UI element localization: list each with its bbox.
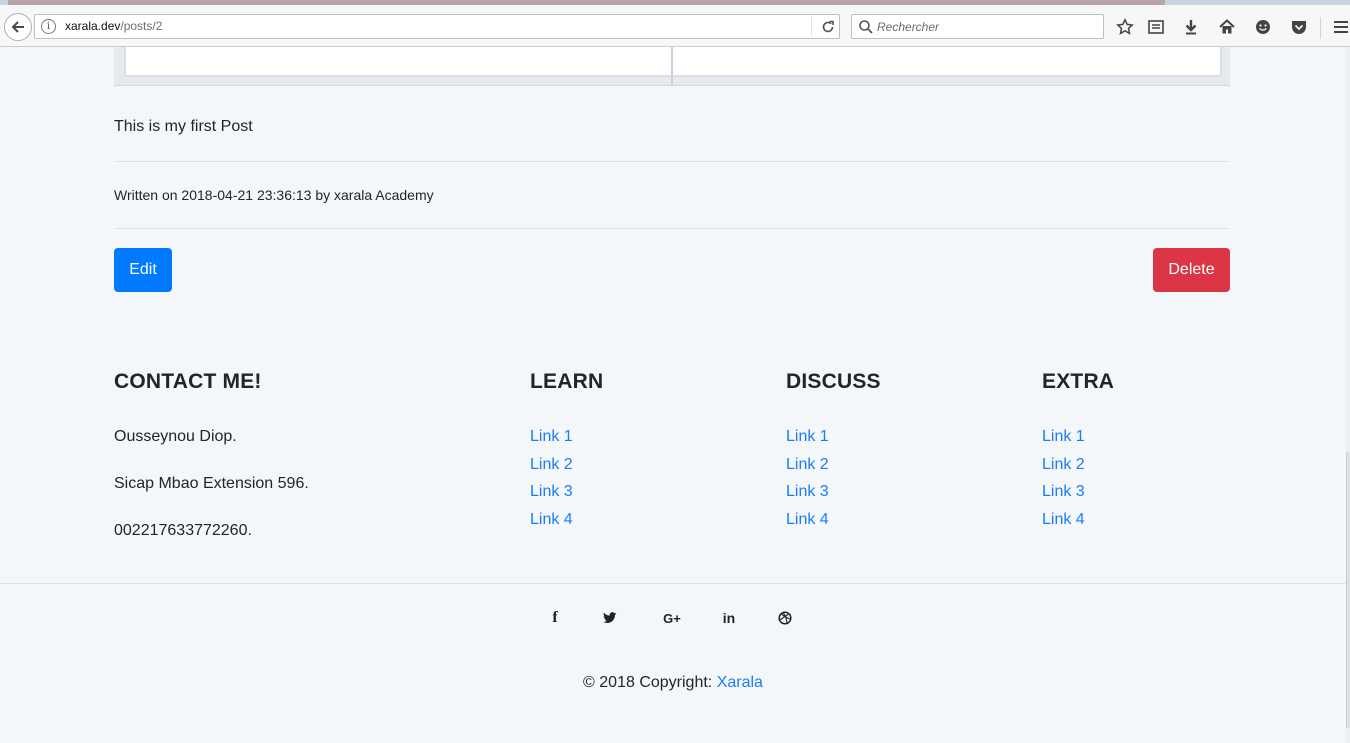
home-icon — [1219, 19, 1235, 34]
reading-list-icon — [1148, 20, 1164, 34]
pocket-icon — [1292, 21, 1306, 34]
downloads-button[interactable] — [1181, 17, 1201, 37]
contact-address: Sicap Mbao Extension 596. — [114, 475, 309, 492]
info-icon[interactable]: i — [41, 19, 56, 34]
toolbar-separator — [1320, 17, 1321, 39]
google-plus-icon[interactable]: G+ — [660, 608, 684, 628]
footer-divider — [0, 583, 1346, 584]
edit-button[interactable]: Edit — [114, 248, 172, 292]
learn-heading: LEARN — [530, 370, 604, 393]
discuss-link-4[interactable]: Link 4 — [786, 511, 829, 529]
browser-toolbar: i xarala.dev/posts/2 Rechercher — [0, 5, 1350, 47]
post-meta: Written on 2018-04-21 23:36:13 by xarala… — [114, 187, 434, 203]
contact-name: Ousseynou Diop. — [114, 428, 237, 445]
twitter-icon — [603, 612, 617, 623]
copyright-link[interactable]: Xarala — [717, 674, 763, 691]
pocket-button[interactable] — [1289, 17, 1309, 37]
copyright: © 2018 Copyright: Xarala — [0, 674, 1346, 692]
search-placeholder: Rechercher — [877, 20, 940, 34]
url-separator — [811, 17, 812, 36]
learn-link-2[interactable]: Link 2 — [530, 456, 573, 474]
discuss-link-3[interactable]: Link 3 — [786, 483, 829, 501]
discuss-link-2[interactable]: Link 2 — [786, 456, 829, 474]
facebook-icon[interactable]: f — [545, 608, 565, 628]
linkedin-icon[interactable]: in — [719, 608, 739, 628]
twitter-link[interactable] — [600, 608, 620, 628]
menu-icon — [1334, 21, 1348, 33]
discuss-heading: DISCUSS — [786, 370, 881, 393]
contact-phone: 002217633772260. — [114, 522, 252, 539]
back-button[interactable] — [4, 13, 32, 41]
extra-link-2[interactable]: Link 2 — [1042, 456, 1085, 474]
dribbble-link[interactable] — [775, 608, 795, 628]
url-host: xarala.dev — [65, 19, 121, 33]
smiley-icon — [1256, 20, 1270, 34]
discuss-link-1[interactable]: Link 1 — [786, 428, 829, 446]
post-image-divider — [671, 47, 673, 85]
learn-link-4[interactable]: Link 4 — [530, 511, 573, 529]
extra-heading: EXTRA — [1042, 370, 1115, 393]
back-arrow-icon — [11, 21, 24, 33]
divider — [114, 161, 1230, 162]
url-text[interactable]: xarala.dev/posts/2 — [65, 19, 162, 33]
search-bar[interactable]: Rechercher — [851, 14, 1104, 39]
delete-button[interactable]: Delete — [1153, 248, 1230, 292]
bookmark-star-button[interactable] — [1115, 17, 1135, 37]
download-icon — [1185, 20, 1197, 35]
reload-button[interactable] — [819, 18, 837, 36]
post-body: This is my first Post — [114, 118, 253, 135]
url-path: /posts/2 — [120, 19, 163, 33]
star-icon — [1116, 18, 1134, 35]
url-bar[interactable]: i xarala.dev/posts/2 — [34, 14, 840, 39]
post-image-card — [124, 47, 1222, 77]
divider — [114, 228, 1230, 229]
search-icon — [859, 20, 873, 34]
home-button[interactable] — [1217, 17, 1237, 37]
hello-button[interactable] — [1253, 17, 1273, 37]
contact-heading: CONTACT ME! — [114, 370, 262, 393]
learn-link-1[interactable]: Link 1 — [530, 428, 573, 446]
extra-link-1[interactable]: Link 1 — [1042, 428, 1085, 446]
copyright-text: © 2018 Copyright: — [583, 674, 717, 691]
extra-link-4[interactable]: Link 4 — [1042, 511, 1085, 529]
post-image — [114, 47, 1230, 86]
learn-link-3[interactable]: Link 3 — [530, 483, 573, 501]
scrollbar-thumb[interactable] — [1346, 452, 1350, 728]
extra-link-3[interactable]: Link 3 — [1042, 483, 1085, 501]
menu-button[interactable] — [1331, 17, 1350, 37]
dribbble-icon — [778, 611, 792, 625]
reload-icon — [822, 20, 834, 33]
reading-list-button[interactable] — [1146, 17, 1166, 37]
